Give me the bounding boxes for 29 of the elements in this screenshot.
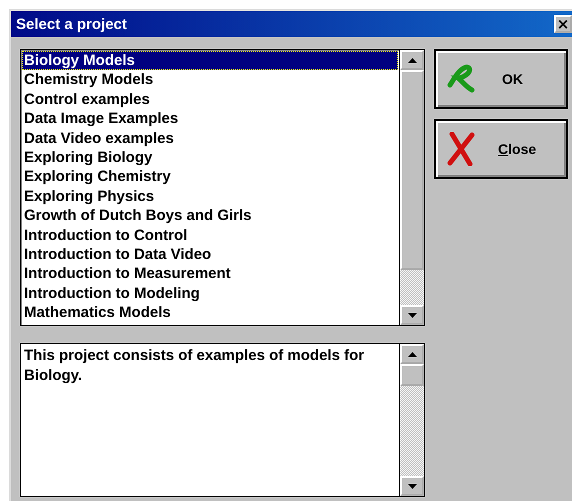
project-item[interactable]: Introduction to Modeling	[22, 284, 398, 304]
project-item[interactable]: Introduction to Control	[22, 226, 398, 245]
description-text: This project consists of examples of models for Biology.	[24, 347, 364, 384]
down-triangle-icon	[408, 312, 416, 318]
project-item[interactable]: Exploring Biology	[22, 148, 398, 168]
scroll-down-button[interactable]	[400, 476, 424, 496]
project-item[interactable]: Data Image Examples	[22, 109, 398, 129]
project-item[interactable]: Control examples	[22, 90, 398, 110]
window-title: Select a project	[16, 16, 127, 32]
ok-button[interactable]: OK	[434, 49, 568, 109]
x-mark-icon	[446, 132, 476, 166]
project-item[interactable]: Data Video examples	[22, 128, 398, 148]
project-item[interactable]: Exploring Chemistry	[22, 167, 398, 187]
close-dialog-button[interactable]: Close	[434, 119, 568, 179]
up-triangle-icon	[408, 352, 416, 356]
project-item[interactable]: Mathematics Models	[22, 303, 398, 322]
project-item[interactable]: Biology Models	[22, 51, 398, 70]
project-item[interactable]: Introduction to Measurement	[22, 264, 398, 284]
project-item[interactable]: Exploring Physics	[22, 186, 398, 206]
scroll-up-button[interactable]	[400, 50, 424, 70]
scroll-down-button[interactable]	[400, 305, 424, 325]
up-triangle-icon	[408, 58, 416, 62]
down-triangle-icon	[408, 484, 416, 488]
project-item[interactable]: Growth of Dutch Boys and Girls	[22, 206, 398, 226]
scrollbar-thumb[interactable]	[400, 364, 424, 386]
scroll-up-button[interactable]	[400, 344, 424, 364]
project-item[interactable]: Introduction to Data Video	[22, 244, 398, 264]
project-item[interactable]: Chemistry Models	[22, 70, 398, 90]
close-button[interactable]: ×	[554, 15, 572, 33]
